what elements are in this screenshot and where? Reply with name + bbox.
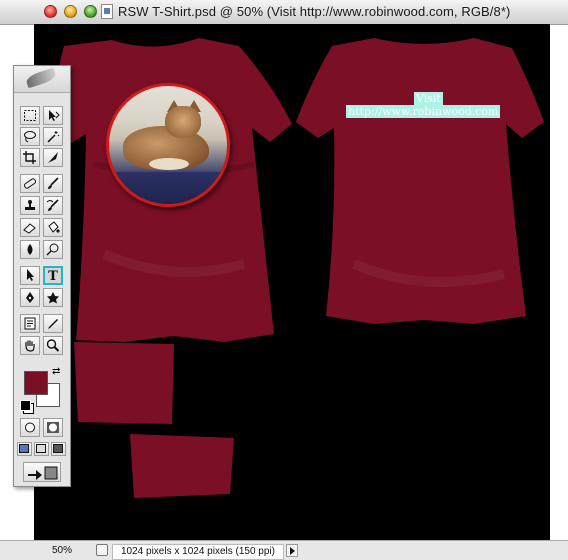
foreground-color-swatch[interactable] (24, 371, 48, 395)
type-tool-button[interactable]: T (43, 266, 63, 285)
quick-mask-icon (47, 422, 59, 433)
blanket (109, 172, 227, 204)
lasso-icon (24, 131, 36, 143)
status-bar: 50% 1024 pixels x 1024 pixels (150 ppi) (0, 540, 568, 560)
minimize-button[interactable] (64, 5, 77, 18)
zoom-button[interactable] (84, 5, 97, 18)
pen-tool-button[interactable] (20, 288, 40, 307)
photoshop-document-window: RSW T-Shirt.psd @ 50% (Visit http://www.… (0, 0, 568, 560)
feather-logo-icon (24, 67, 58, 89)
document-proxy-icon[interactable] (101, 4, 113, 19)
standard-screen-mode-button[interactable] (17, 442, 32, 456)
arrow-pointer-icon (27, 269, 34, 281)
status-options-icon[interactable] (96, 544, 108, 556)
cat-photo-circle[interactable] (106, 83, 230, 207)
swap-colors-icon[interactable]: ⇄ (52, 366, 60, 377)
eyedropper-tool-button[interactable] (43, 314, 63, 333)
text-layer-visit[interactable]: Visit (414, 92, 443, 105)
default-colors-icon[interactable] (20, 400, 31, 411)
marquee-icon (24, 110, 36, 121)
marquee-tool-button[interactable] (20, 106, 40, 125)
hand-icon (25, 340, 35, 352)
title-bar[interactable]: RSW T-Shirt.psd @ 50% (Visit http://www.… (0, 0, 568, 25)
path-selection-tool-button[interactable] (20, 266, 40, 285)
close-button[interactable] (44, 5, 57, 18)
status-menu-arrow-icon[interactable] (286, 544, 298, 557)
eyedropper-icon (48, 319, 58, 329)
magic-wand-icon (47, 131, 60, 143)
magic-wand-tool-button[interactable] (43, 127, 63, 146)
toolbox-header[interactable] (14, 66, 70, 93)
full-screen-menu-mode-button[interactable] (34, 442, 49, 456)
slice-tool-button[interactable] (43, 148, 63, 167)
history-brush-tool-button[interactable] (43, 196, 63, 215)
move-tool-button[interactable] (43, 106, 63, 125)
custom-shape-tool-button[interactable] (43, 288, 63, 307)
standard-screen-icon (19, 444, 29, 453)
clone-stamp-tool-button[interactable] (20, 196, 40, 215)
window-title: RSW T-Shirt.psd @ 50% (Visit http://www.… (118, 4, 511, 19)
move-icon (49, 110, 60, 121)
standard-mode-button[interactable] (20, 418, 40, 437)
cat-head (165, 106, 201, 138)
lasso-tool-button[interactable] (20, 127, 40, 146)
toolbox-panel: T ⇄ (13, 65, 71, 487)
cat-paw (149, 158, 189, 170)
healing-brush-tool-button[interactable] (20, 174, 40, 193)
slice-icon (48, 152, 58, 163)
hand-tool-button[interactable] (20, 336, 40, 355)
text-layer-url[interactable]: http://www.robinwood.com (346, 105, 501, 118)
eraser-tool-button[interactable] (20, 218, 40, 237)
document-canvas[interactable]: Visit http://www.robinwood.com (34, 24, 550, 540)
dodge-icon (46, 243, 59, 256)
quick-mask-mode-button[interactable] (43, 418, 63, 437)
paint-bucket-tool-button[interactable] (43, 218, 63, 237)
magnifier-icon (46, 339, 60, 352)
custom-shape-icon (47, 292, 59, 304)
pen-icon (26, 292, 34, 303)
full-screen-menu-icon (36, 444, 46, 453)
blur-tool-button[interactable] (20, 240, 40, 259)
full-screen-icon (53, 444, 63, 453)
brush-icon (48, 177, 59, 189)
document-info: 1024 pixels x 1024 pixels (150 ppi) (112, 544, 284, 560)
notes-tool-button[interactable] (20, 314, 40, 333)
zoom-tool-button[interactable] (43, 336, 63, 355)
bandage-icon (23, 178, 37, 189)
imageready-icon (28, 466, 58, 480)
brush-tool-button[interactable] (43, 174, 63, 193)
stamp-icon (25, 200, 35, 210)
notes-icon (24, 317, 36, 330)
zoom-level[interactable]: 50% (52, 545, 72, 556)
blur-icon (27, 244, 33, 255)
type-tool-label: T (48, 269, 58, 284)
shirt-front (52, 38, 544, 498)
standard-mode-icon (25, 422, 35, 433)
paint-bucket-icon (48, 221, 60, 233)
jump-to-imageready-button[interactable] (23, 462, 61, 482)
history-brush-icon (46, 199, 59, 211)
full-screen-mode-button[interactable] (51, 442, 66, 456)
crop-tool-button[interactable] (20, 148, 40, 167)
dodge-tool-button[interactable] (43, 240, 63, 259)
eraser-icon (23, 223, 36, 234)
crop-icon (23, 151, 36, 164)
